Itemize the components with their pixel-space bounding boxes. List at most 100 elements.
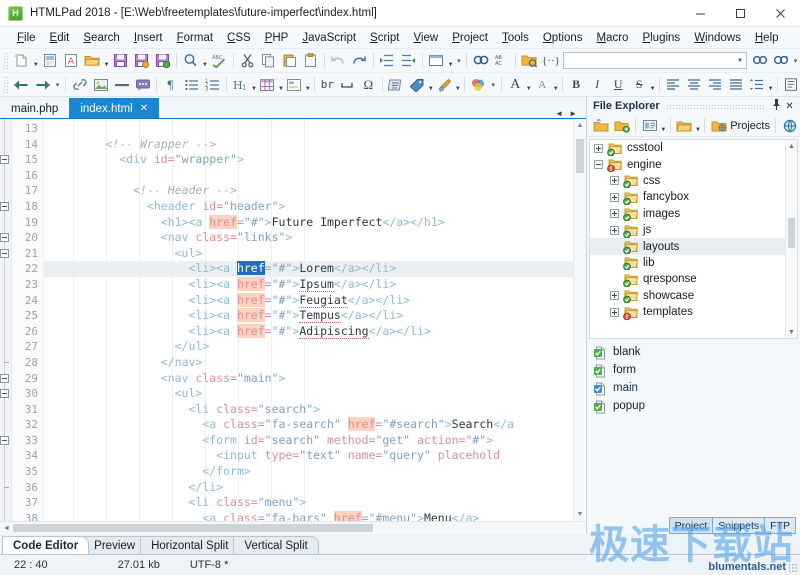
panel-tab-project[interactable]: Project: [669, 517, 714, 534]
tree-scroll-thumb[interactable]: [788, 218, 795, 248]
file-list[interactable]: blankformmainpopup: [587, 339, 800, 534]
save-all-icon[interactable]: [152, 51, 173, 71]
new-text-document-icon[interactable]: A: [61, 51, 82, 71]
toolbar-overflow-button[interactable]: ▾: [454, 51, 463, 71]
code-line[interactable]: <li><a href="#">Tempus</a></li>: [44, 308, 586, 324]
view-tab-horizontal-split[interactable]: Horizontal Split: [140, 536, 239, 554]
file-item-blank[interactable]: blank: [591, 343, 800, 361]
font-increase-icon[interactable]: A: [505, 75, 526, 95]
code-line[interactable]: <!-- Header -->: [44, 183, 586, 199]
code-line[interactable]: <form id="search" method="get" action="#…: [44, 433, 586, 449]
unordered-list-icon[interactable]: [181, 75, 202, 95]
panel-tab-snippets[interactable]: Snippets: [712, 517, 765, 534]
tree-scroll-down-icon[interactable]: ▼: [786, 326, 797, 338]
file-item-main[interactable]: main: [591, 379, 800, 397]
toolbar-grip[interactable]: [3, 52, 9, 69]
copy-icon[interactable]: [258, 51, 279, 71]
tree-item-layouts[interactable]: layouts: [590, 238, 797, 254]
refresh-folder-icon[interactable]: [590, 116, 611, 136]
tree-item-css[interactable]: css: [590, 173, 797, 189]
file-item-form[interactable]: form: [591, 361, 800, 379]
scroll-up-icon[interactable]: ▲: [574, 119, 586, 132]
entity-icon[interactable]: [386, 75, 407, 95]
code-line[interactable]: <nav class="links">: [44, 230, 586, 246]
menu-item-windows[interactable]: Windows: [687, 30, 748, 46]
brush-dropdown-arrow[interactable]: ▼: [455, 72, 461, 97]
spell-check-icon[interactable]: ABC: [209, 51, 230, 71]
line-spacing-icon[interactable]: [747, 75, 768, 95]
special-character-icon[interactable]: Ω: [358, 75, 379, 95]
open-file-icon[interactable]: [82, 51, 103, 71]
code-line[interactable]: [44, 168, 586, 184]
code-line[interactable]: </nav>: [44, 355, 586, 371]
paragraph-icon[interactable]: ¶: [160, 75, 181, 95]
menu-item-options[interactable]: Options: [536, 30, 590, 46]
tab-main-php[interactable]: main.php: [0, 98, 69, 118]
code-editor[interactable]: 1314151617181920212223242526272829303132…: [0, 119, 586, 521]
scroll-left-icon[interactable]: ◄: [0, 522, 13, 534]
code-line[interactable]: <li class="search">: [44, 402, 586, 418]
horizontal-rule-icon[interactable]: [111, 75, 132, 95]
tree-item-templates[interactable]: templates: [590, 304, 797, 320]
preview-icon[interactable]: [426, 51, 447, 71]
tree-vertical-scrollbar[interactable]: ▲ ▼: [785, 140, 797, 338]
horizontal-scroll-thumb[interactable]: [13, 524, 373, 532]
new-folder-icon[interactable]: [611, 116, 632, 136]
font-decrease-icon[interactable]: A: [532, 75, 553, 95]
bold-icon[interactable]: B: [566, 75, 587, 95]
code-line[interactable]: <!-- Wrapper -->: [44, 137, 586, 153]
expand-icon[interactable]: [594, 144, 603, 153]
panel-drag-handle[interactable]: [666, 104, 764, 109]
code-line[interactable]: <li><a href="#">Feugiat</a></li>: [44, 293, 586, 309]
code-line[interactable]: <input type="text" name="query" placehol…: [44, 448, 586, 464]
fold-toggle-icon[interactable]: [0, 374, 9, 383]
find-icon[interactable]: [180, 51, 201, 71]
code-line[interactable]: <li><a href="#">Adipiscing</a></li>: [44, 324, 586, 340]
folder-icon[interactable]: [674, 116, 695, 136]
redo-icon[interactable]: [349, 51, 370, 71]
projects-label[interactable]: Projects: [729, 120, 772, 132]
code-line[interactable]: <li><a href="#">Ipsum</a></li>: [44, 277, 586, 293]
menu-item-tools[interactable]: Tools: [495, 30, 536, 46]
align-center-icon[interactable]: [684, 75, 705, 95]
clipboard-icon[interactable]: [300, 51, 321, 71]
code-line[interactable]: <li><a href="#">Lorem</a></li>: [44, 261, 586, 277]
strikethrough-icon[interactable]: S: [629, 75, 650, 95]
save-as-icon[interactable]: [131, 51, 152, 71]
image-icon[interactable]: [90, 75, 111, 95]
code-line[interactable]: <header id="header">: [44, 199, 586, 215]
toolbar-search-dropdown-arrow[interactable]: ▼: [734, 58, 746, 64]
find-in-files-icon[interactable]: [749, 51, 770, 71]
tab-prev-icon[interactable]: ◄: [552, 109, 566, 118]
tree-item-images[interactable]: images: [590, 206, 797, 222]
fold-toggle-icon[interactable]: [0, 233, 9, 242]
new-file-dropdown-arrow[interactable]: ▼: [32, 48, 40, 73]
preview-dropdown-arrow[interactable]: ▼: [447, 48, 455, 73]
forward-arrow-icon[interactable]: [32, 75, 53, 95]
menu-item-search[interactable]: Search: [76, 30, 126, 46]
editor-horizontal-scrollbar[interactable]: ◄: [0, 521, 586, 534]
ordered-list-icon[interactable]: 123: [202, 75, 223, 95]
toolbar-overflow-button-2[interactable]: ▾: [791, 51, 800, 71]
view-mode-icon[interactable]: [639, 116, 660, 136]
view-tab-code-editor[interactable]: Code Editor: [2, 536, 89, 554]
format-brush-icon[interactable]: [434, 75, 455, 95]
align-justify-icon[interactable]: [726, 75, 747, 95]
file-item-popup[interactable]: popup: [591, 397, 800, 415]
undo-icon[interactable]: [328, 51, 349, 71]
underline-icon[interactable]: U: [608, 75, 629, 95]
menu-item-javascript[interactable]: JavaScript: [295, 30, 363, 46]
folder-dropdown-arrow[interactable]: ▼: [695, 113, 702, 138]
align-left-icon[interactable]: [663, 75, 684, 95]
new-from-template-icon[interactable]: [40, 51, 61, 71]
maximize-button[interactable]: [720, 0, 760, 26]
tree-item-qresponse[interactable]: qresponse: [590, 271, 797, 287]
expand-icon[interactable]: [610, 209, 619, 218]
menu-item-script[interactable]: Script: [363, 30, 406, 46]
tree-item-csstool[interactable]: csstool: [590, 140, 797, 156]
view-mode-dropdown-arrow[interactable]: ▼: [660, 113, 667, 138]
form-dropdown-arrow[interactable]: ▼: [305, 72, 311, 97]
tab-index-html[interactable]: index.html ✕: [69, 98, 159, 118]
menu-item-edit[interactable]: Edit: [43, 30, 77, 46]
close-panel-icon[interactable]: ✕: [783, 101, 796, 112]
